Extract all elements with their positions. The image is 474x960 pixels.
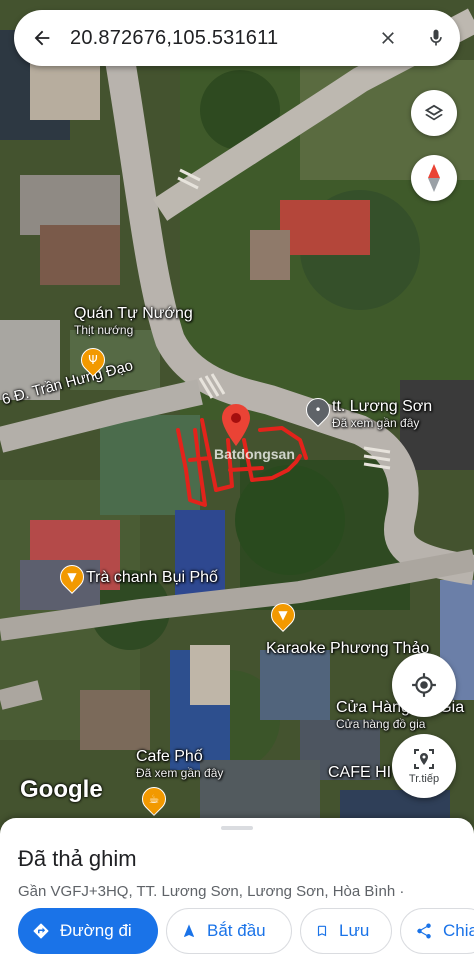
poi-name: Cafe Phố xyxy=(136,748,203,765)
search-query[interactable]: 20.872676,105.531611 xyxy=(70,27,364,50)
poi-tt-luong-son[interactable]: tt. Lương Sơn Đã xem gần đây xyxy=(332,398,432,430)
back-button[interactable] xyxy=(14,10,70,66)
live-view-icon xyxy=(414,749,434,769)
sheet-address: Gần VGFJ+3HQ, TT. Lương Sơn, Lương Sơn, … xyxy=(18,883,405,900)
poi-name: Quán Tự Nướng xyxy=(74,305,193,322)
satellite-imagery xyxy=(0,0,474,960)
share-label: Chia xyxy=(443,921,474,940)
poi-name: Karaoke Phương Thảo xyxy=(266,640,430,657)
drag-handle[interactable] xyxy=(221,826,253,830)
poi-cafe-pho[interactable]: Cafe Phố Đã xem gần đây xyxy=(136,748,223,780)
mic-icon xyxy=(430,29,442,46)
google-attribution: Google xyxy=(20,776,103,803)
bookmark-icon xyxy=(317,925,327,937)
compass-icon xyxy=(428,164,440,192)
share-button[interactable]: Chia xyxy=(400,908,474,954)
poi-quan-tu-nuong[interactable]: Quán Tự Nướng Thịt nướng xyxy=(74,305,193,337)
start-label: Bắt đầu xyxy=(207,921,266,940)
map-view[interactable]: Batdongsan 6 Đ. Trần Hưng Đạo Quán Tự Nư… xyxy=(0,0,474,960)
my-location-button[interactable] xyxy=(392,653,456,717)
share-icon xyxy=(417,923,431,939)
poi-subtitle: Thịt nướng xyxy=(74,323,134,337)
save-label: Lưu xyxy=(339,921,370,940)
start-button[interactable]: Bắt đầu xyxy=(166,908,292,954)
directions-label: Đường đi xyxy=(60,921,132,940)
layers-button[interactable] xyxy=(411,90,457,136)
place-sheet[interactable]: Đã thả ghim Gần VGFJ+3HQ, TT. Lương Sơn,… xyxy=(0,818,474,960)
compass-button[interactable] xyxy=(411,155,457,201)
poi-subtitle: Cửa hàng đồ gia xyxy=(336,717,426,731)
directions-button[interactable]: Đường đi xyxy=(18,908,158,954)
poi-subtitle: Đã xem gần đây xyxy=(136,766,224,780)
poi-karaoke-phuong-thao[interactable]: Karaoke Phương Thảo xyxy=(266,640,429,658)
directions-icon xyxy=(33,923,49,939)
watermark-text: Batdongsan xyxy=(214,446,295,462)
navigation-arrow-icon xyxy=(184,924,194,937)
poi-cafe-hi[interactable]: CAFE HI xyxy=(328,764,391,782)
search-bar[interactable]: 20.872676,105.531611 xyxy=(14,10,460,66)
voice-search-button[interactable] xyxy=(412,10,460,66)
arrow-back-icon xyxy=(34,30,50,46)
live-view-label: Tr.tiếp xyxy=(408,773,440,785)
poi-tra-chanh-bui-pho[interactable]: Trà chanh Bụi Phố xyxy=(86,569,218,587)
layers-icon xyxy=(424,104,444,121)
clear-button[interactable] xyxy=(364,10,412,66)
save-button[interactable]: Lưu xyxy=(300,908,392,954)
sheet-title: Đã thả ghim xyxy=(18,846,137,871)
poi-subtitle: Đã xem gần đây xyxy=(332,416,420,430)
crosshair-icon xyxy=(412,673,436,697)
live-view-button[interactable]: Tr.tiếp xyxy=(392,734,456,798)
poi-name: tt. Lương Sơn xyxy=(332,398,433,415)
dropped-pin-icon[interactable] xyxy=(222,404,250,446)
close-icon xyxy=(382,32,394,44)
poi-name: CAFE HI xyxy=(328,764,392,781)
poi-name: Trà chanh Bụi Phố xyxy=(86,569,218,586)
